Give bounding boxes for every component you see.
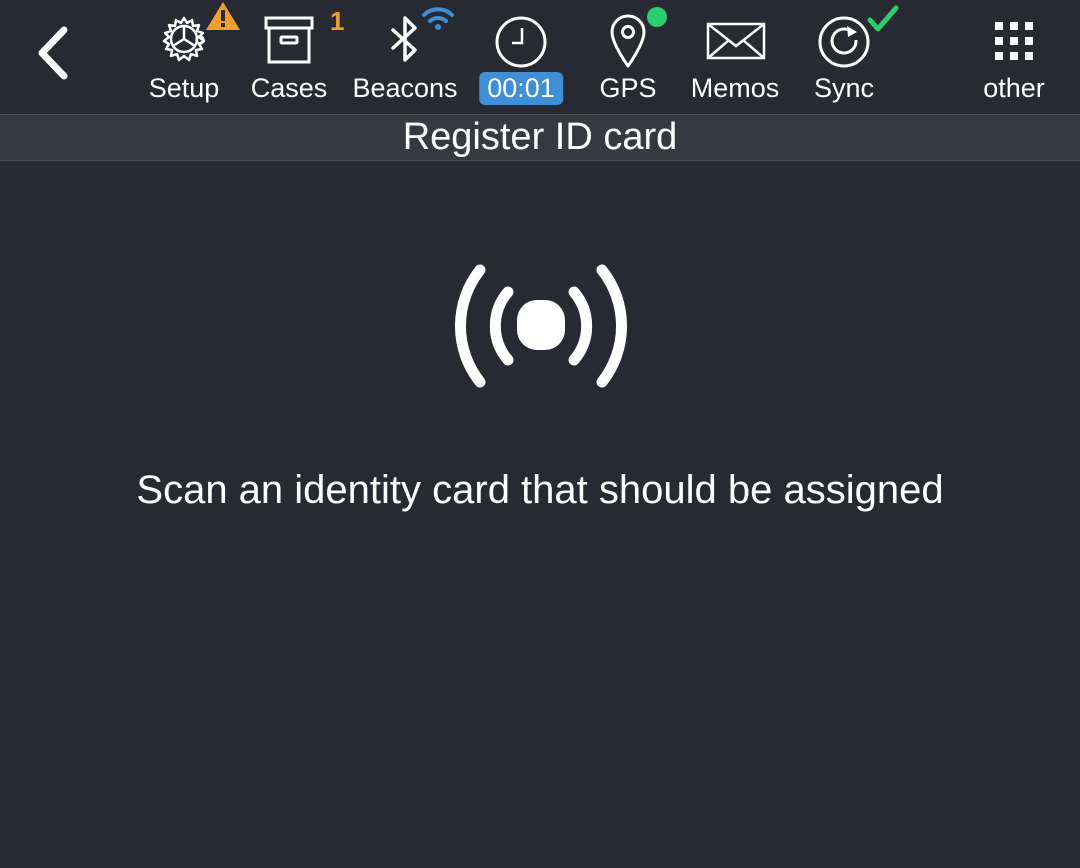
- sync-label: Sync: [813, 73, 875, 103]
- other-menu-button[interactable]: other: [972, 0, 1056, 112]
- clock-icon: [495, 16, 547, 68]
- status-dot-icon: [647, 7, 667, 27]
- cases-button[interactable]: 1 Cases: [246, 0, 345, 112]
- wifi-signal-icon: [422, 7, 454, 30]
- memos-label: Memos: [690, 73, 780, 103]
- nfc-broadcast-icon: [454, 264, 628, 388]
- other-label: other: [983, 73, 1045, 103]
- timer-readout: 00:01: [479, 72, 563, 105]
- title-bar: Register ID card: [0, 114, 1080, 161]
- memos-button[interactable]: Memos: [684, 0, 786, 112]
- gps-label: GPS: [599, 73, 657, 103]
- page-title: Register ID card: [402, 116, 678, 158]
- chevron-left-icon: [38, 26, 68, 80]
- app-window: Setup 1 Cases Beacons 00:01 GPS Memos Sy…: [0, 0, 1080, 868]
- beacons-button[interactable]: Beacons: [348, 0, 462, 112]
- back-button[interactable]: [22, 18, 84, 88]
- sync-button[interactable]: Sync: [806, 0, 899, 112]
- sync-icon: [818, 16, 870, 68]
- cases-label: Cases: [250, 73, 328, 103]
- checkmark-icon: [867, 5, 899, 32]
- warning-icon: [206, 2, 240, 30]
- archive-box-icon: [264, 16, 314, 64]
- setup-button[interactable]: Setup: [138, 0, 240, 112]
- grid-menu-icon: [995, 22, 1033, 60]
- timer-button[interactable]: 00:01: [474, 0, 568, 112]
- top-toolbar: Setup 1 Cases Beacons 00:01 GPS Memos Sy…: [0, 0, 1080, 114]
- gps-button[interactable]: GPS: [590, 0, 667, 112]
- scan-instruction-text: Scan an identity card that should be ass…: [136, 468, 944, 512]
- beacons-label: Beacons: [352, 73, 458, 103]
- envelope-icon: [706, 22, 766, 60]
- cases-count-badge: 1: [330, 6, 345, 36]
- setup-label: Setup: [148, 73, 220, 103]
